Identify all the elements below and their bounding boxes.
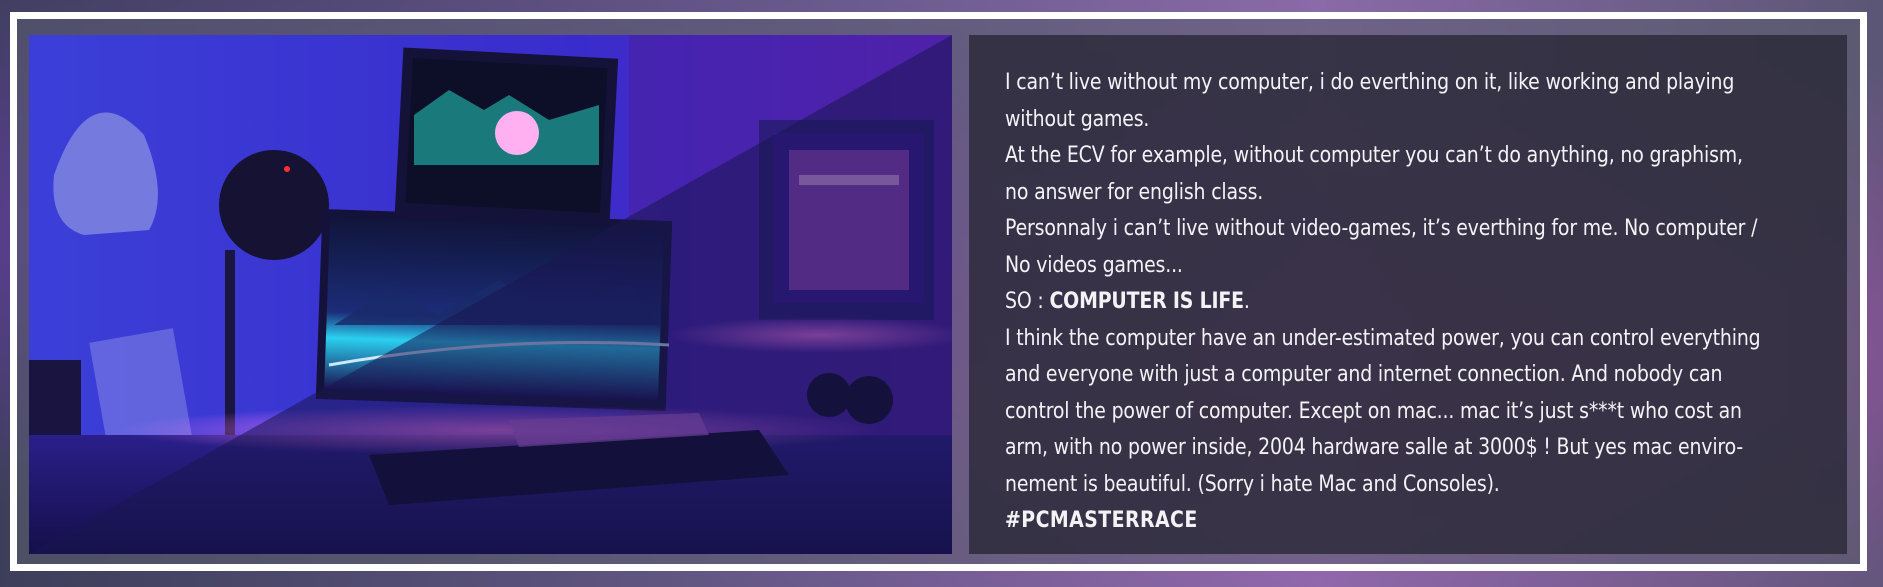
so-line: SO : COMPUTER IS LIFE. bbox=[1005, 284, 1809, 321]
so-emphasis: COMPUTER IS LIFE bbox=[1049, 289, 1244, 314]
gaming-setup-illustration bbox=[29, 35, 952, 554]
text-line: nement is beautiful. (Sorry i hate Mac a… bbox=[1005, 471, 1500, 497]
text-line: arm, with no power inside, 2004 hardware… bbox=[1005, 435, 1744, 460]
text-panel: I can’t live without my computer, i do e… bbox=[969, 35, 1847, 554]
text-line: no answer for english class. bbox=[1005, 179, 1264, 205]
body-text: I can’t live without my computer, i do e… bbox=[1005, 65, 1809, 540]
text-line: I can’t live without my computer, i do e… bbox=[1005, 70, 1735, 95]
text-line: and everyone with just a computer and in… bbox=[1005, 362, 1723, 387]
text-line: control the power of computer. Except on… bbox=[1005, 398, 1742, 424]
text-line: No videos games... bbox=[1005, 252, 1183, 278]
text-line: At the ECV for example, without computer… bbox=[1005, 143, 1743, 168]
so-suffix: . bbox=[1243, 289, 1250, 314]
so-prefix: SO : bbox=[1005, 289, 1050, 314]
text-line: I think the computer have an under-estim… bbox=[1005, 325, 1761, 351]
text-line: without games. bbox=[1005, 106, 1150, 132]
hashtag: #PCMASTERRACE bbox=[1005, 508, 1198, 533]
banner: I can’t live without my computer, i do e… bbox=[0, 0, 1883, 587]
text-line: Personnaly i can’t live without video-ga… bbox=[1005, 216, 1758, 241]
gaming-setup-photo bbox=[29, 35, 952, 554]
